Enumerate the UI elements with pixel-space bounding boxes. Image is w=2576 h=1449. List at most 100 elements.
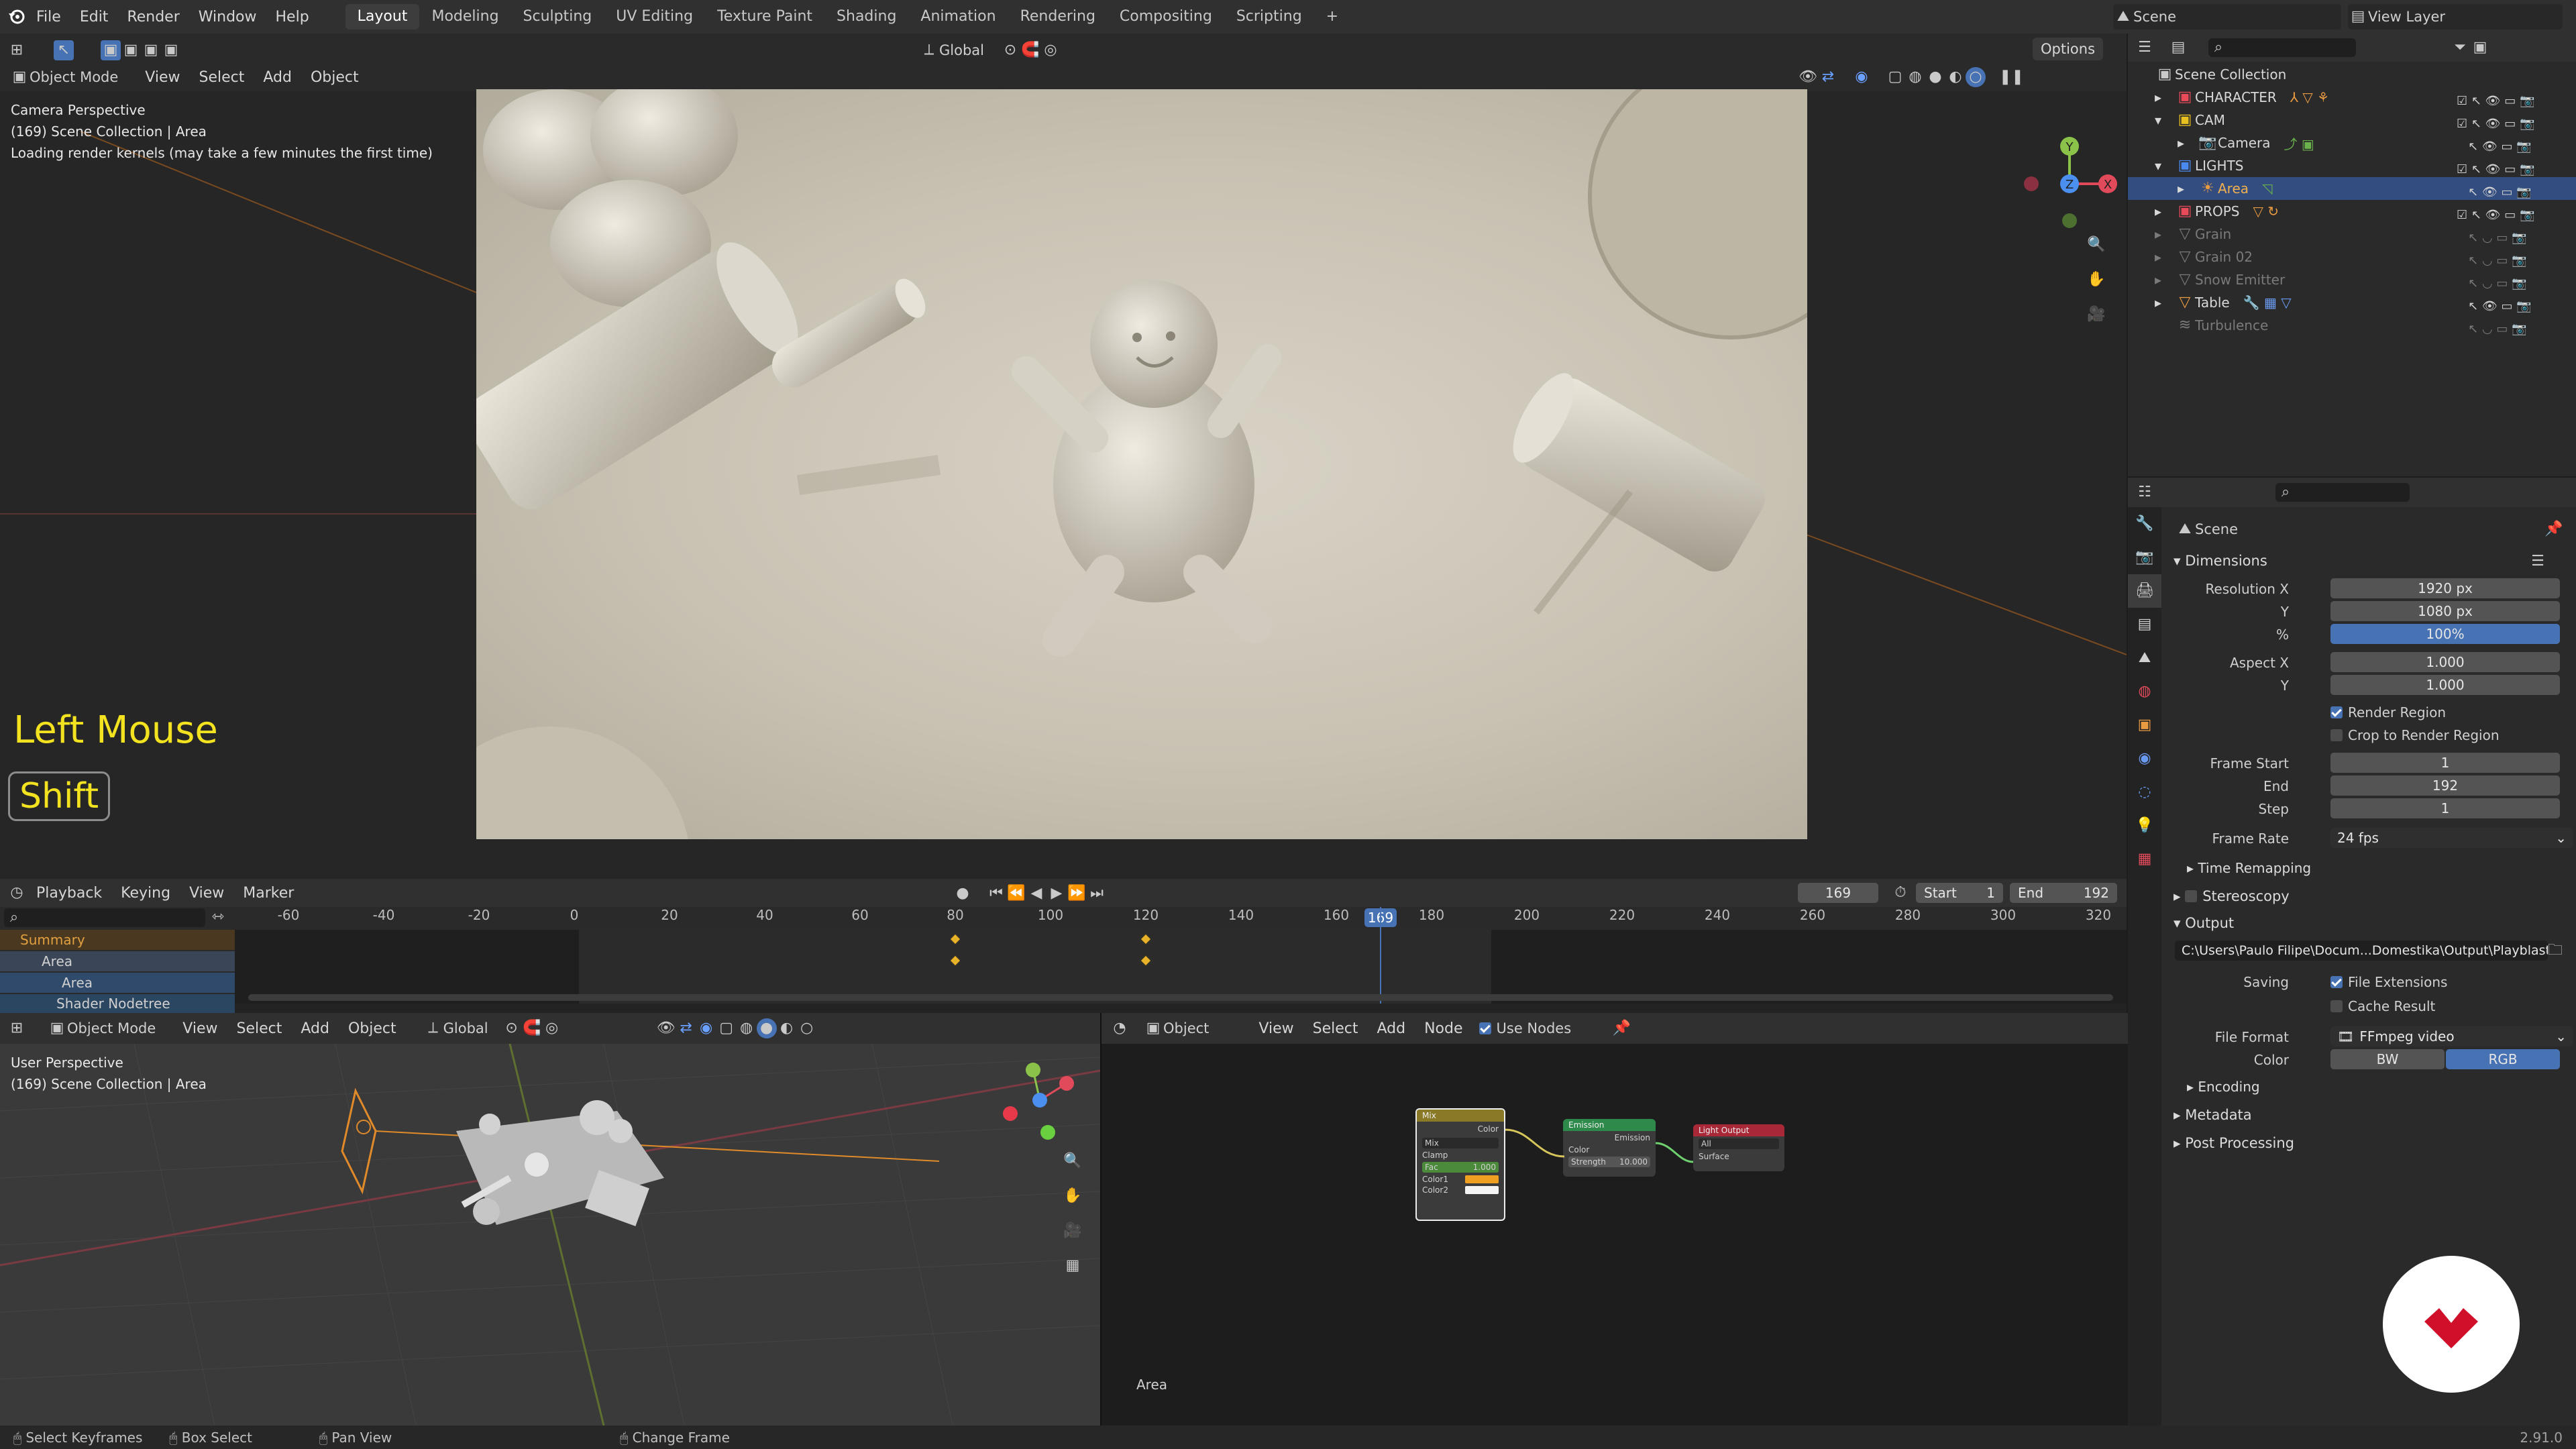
tab-physics-icon[interactable]: ◌ xyxy=(2128,775,2161,809)
expand-arrow-icon[interactable]: ▸ xyxy=(2155,203,2175,219)
pause-render-icon[interactable]: ❚❚ xyxy=(1999,67,2024,87)
toggle-row[interactable]: ↖ ◡ ▭ 📷 xyxy=(2457,272,2571,295)
properties-editor[interactable]: ☷ ⌕ 🔧 📷 🖨 ▤ ⛰ ◍ ▣ ◉ ◌ 💡 ▦ ⛰ Scene 📌 ▾ Di… xyxy=(2128,478,2576,1426)
navigation-gizmo[interactable]: Y X Z xyxy=(2019,98,2120,232)
timeline-menu-marker[interactable]: Marker xyxy=(233,885,303,902)
toggle-row[interactable]: ☑ ↖ 👁 ▭ 📷 xyxy=(2457,158,2571,181)
resolution-pct-field[interactable]: 100% xyxy=(2330,624,2560,644)
tab-tool-icon[interactable]: 🔧 xyxy=(2128,507,2161,541)
viewport2-snap-icon[interactable]: 🧲 xyxy=(522,1018,542,1038)
viewport2-material-icon[interactable]: ◐ xyxy=(777,1018,797,1038)
tab-layout[interactable]: Layout xyxy=(345,4,420,30)
viewport-3d-user[interactable]: ⊞ ▣ Object Mode View Select Add Object ⟂… xyxy=(0,1013,1100,1426)
cache-result-checkbox[interactable]: Cache Result xyxy=(2330,998,2435,1014)
wireframe-shading-icon[interactable]: ◍ xyxy=(1905,67,1925,87)
frame-end-field[interactable]: 192 xyxy=(2330,775,2560,796)
start-frame-field[interactable]: Start 1 xyxy=(1916,883,2003,903)
tab-compositing[interactable]: Compositing xyxy=(1108,4,1224,30)
tab-sculpting[interactable]: Sculpting xyxy=(511,4,604,30)
menu-render[interactable]: Render xyxy=(117,9,189,25)
toggle-row[interactable]: ↖ 👁 ▭ 📷 xyxy=(2457,181,2571,204)
channel-swap-icon[interactable]: ⇿ xyxy=(208,907,228,927)
visibility-icon[interactable]: 👁 xyxy=(1798,67,1818,87)
properties-search[interactable]: ⌕ xyxy=(2275,483,2410,502)
select-mode-intersect-icon[interactable]: ▣ xyxy=(161,40,181,60)
proportional-edit-icon[interactable]: ◎ xyxy=(1040,40,1061,60)
timeline-editor-type-icon[interactable]: ◷ xyxy=(7,883,27,903)
timeline-scrollbar[interactable] xyxy=(248,994,2113,1001)
viewport2-grid-icon[interactable]: ▦ xyxy=(1063,1256,1083,1276)
viewport2-mode-selector[interactable]: Object Mode xyxy=(67,1020,156,1036)
tab-object-icon[interactable]: ▣ xyxy=(2128,708,2161,742)
new-collection-icon[interactable]: ▣ xyxy=(2470,38,2490,58)
shader-node-editor[interactable]: ◔ ▣ Object View Select Add Node Use Node… xyxy=(1100,1013,2128,1426)
viewport2-overlay-icon[interactable]: ◉ xyxy=(696,1018,716,1038)
aspect-x-field[interactable]: 1.000 xyxy=(2330,652,2560,672)
select-mode-subtract-icon[interactable]: ▣ xyxy=(141,40,161,60)
tab-scene-icon[interactable]: ⛰ xyxy=(2128,641,2161,675)
viewport2-pan-icon[interactable]: ✋ xyxy=(1063,1186,1083,1206)
resolution-x-field[interactable]: 1920 px xyxy=(2330,578,2560,598)
play-reverse-icon[interactable]: ◀ xyxy=(1026,883,1046,904)
toggle-row[interactable]: ☑ ↖ 👁 ▭ 📷 xyxy=(2457,113,2571,136)
viewport2-menu-add[interactable]: Add xyxy=(291,1020,339,1037)
tab-world-icon[interactable]: ◍ xyxy=(2128,675,2161,708)
expand-arrow-icon[interactable]: ▸ xyxy=(2155,294,2175,311)
tab-rendering[interactable]: Rendering xyxy=(1008,4,1108,30)
aspect-y-field[interactable]: 1.000 xyxy=(2330,675,2560,695)
output-path-field[interactable]: C:\Users\Paulo Filipe\Docum...Domestika\… xyxy=(2175,941,2548,961)
timeline-editor[interactable]: ◷ Playback Keying View Marker ● ⏮ ⏪ ◀ ▶ … xyxy=(0,879,2127,1013)
expand-arrow-icon[interactable]: ▸ xyxy=(2155,272,2175,288)
tab-light-data-icon[interactable]: 💡 xyxy=(2128,809,2161,843)
pivot-icon[interactable]: ⊙ xyxy=(1000,40,1020,60)
tab-view-layer-icon[interactable]: ▤ xyxy=(2128,608,2161,641)
tab-texture-icon[interactable]: ▦ xyxy=(2128,843,2161,876)
viewport2-navigation-gizmo[interactable] xyxy=(993,1053,1080,1140)
viewport-menu-view[interactable]: View xyxy=(136,69,189,86)
viewport-3d-camera[interactable]: ⊞ ↖ ▣ ▣ ▣ ▣ ⟂ Global ⊙ 🧲 ◎ Options ▣ Obj… xyxy=(0,34,2127,879)
expand-arrow-icon[interactable]: ▸ xyxy=(2178,180,2198,197)
record-icon[interactable]: ● xyxy=(953,883,973,904)
outliner-scene-collection[interactable]: ▣ Scene Collection xyxy=(2128,63,2576,86)
toggle-row[interactable]: ↖ ◡ ▭ 📷 xyxy=(2457,250,2571,272)
scene-selector[interactable]: ⛰ Scene xyxy=(2113,4,2341,30)
viewport2-menu-object[interactable]: Object xyxy=(339,1020,406,1037)
material-shading-icon[interactable]: ◐ xyxy=(1945,67,1966,87)
section-stereoscopy[interactable]: ▸ Stereoscopy xyxy=(2174,888,2290,904)
file-extensions-checkbox[interactable]: File Extensions xyxy=(2330,974,2447,990)
tab-output-icon[interactable]: 🖨 xyxy=(2128,574,2161,608)
viewport2-menu-view[interactable]: View xyxy=(173,1020,227,1037)
resolution-y-field[interactable]: 1080 px xyxy=(2330,601,2560,621)
outliner-search[interactable]: ⌕ xyxy=(2208,38,2356,57)
menu-window[interactable]: Window xyxy=(189,9,266,25)
timeline-menu-view[interactable]: View xyxy=(180,885,233,902)
stereoscopy-check[interactable] xyxy=(2185,890,2198,902)
file-format-dropdown[interactable]: 🎞 FFmpeg video ⌄ xyxy=(2330,1026,2573,1046)
timeline-menu-keying[interactable]: Keying xyxy=(111,885,180,902)
viewport2-solid-icon[interactable]: ● xyxy=(756,1018,777,1038)
expand-arrow-icon[interactable]: ▸ xyxy=(2155,89,2175,105)
viewport2-wireframe-icon[interactable]: ◍ xyxy=(737,1018,757,1038)
viewport2-proportional-icon[interactable]: ◎ xyxy=(542,1018,562,1038)
tab-shading[interactable]: Shading xyxy=(824,4,908,30)
snap-icon[interactable]: 🧲 xyxy=(1020,40,1040,60)
menu-edit[interactable]: Edit xyxy=(70,9,118,25)
section-dimensions[interactable]: ▾ Dimensions xyxy=(2174,553,2267,569)
gizmo-toggle-icon[interactable]: ⇄ xyxy=(1818,67,1838,87)
viewport2-zoom-icon[interactable]: 🔍 xyxy=(1063,1151,1083,1171)
toggle-row[interactable]: ↖ 👁 ▭ 📷 xyxy=(2457,136,2571,158)
next-keyframe-icon[interactable]: ⏩ xyxy=(1067,883,1087,904)
channel-area-object[interactable]: Area xyxy=(0,951,235,971)
options-button[interactable]: Options xyxy=(2033,38,2104,60)
color-rgb-button[interactable]: RGB xyxy=(2446,1049,2560,1069)
viewport2-xray-icon[interactable]: ▢ xyxy=(716,1018,737,1038)
toggle-row[interactable]: ↖ ◡ ▭ 📷 xyxy=(2457,318,2571,341)
file-extensions-check[interactable] xyxy=(2330,976,2343,988)
select-mode-new-icon[interactable]: ▣ xyxy=(101,40,121,60)
section-output[interactable]: ▾ Output xyxy=(2174,915,2234,931)
timeline-menu-playback[interactable]: Playback xyxy=(27,885,111,902)
outliner-filter-icon[interactable]: ⏷ xyxy=(2450,38,2470,58)
viewport2-gizmo-icon[interactable]: ⇄ xyxy=(676,1018,696,1038)
blender-logo-icon[interactable] xyxy=(7,7,27,27)
viewport2-editor-type-icon[interactable]: ⊞ xyxy=(7,1018,27,1038)
